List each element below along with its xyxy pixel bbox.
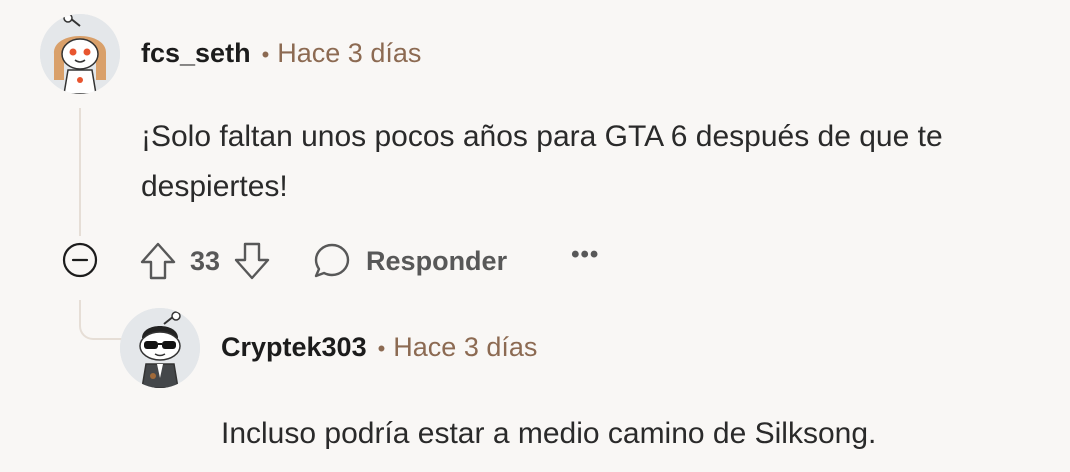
vote-count: 33 [190,245,221,276]
more-options-button[interactable]: ••• [571,241,599,269]
thread-line-branch[interactable] [79,300,123,340]
upvote-button[interactable] [138,239,178,283]
comment-body: ¡Solo faltan unos pocos años para GTA 6 … [141,120,943,203]
timestamp[interactable]: Hace 3 días [393,332,537,363]
reply-button[interactable]: Responder [312,241,507,281]
collapse-thread-button[interactable] [60,240,100,280]
avatar[interactable] [40,14,120,94]
avatar[interactable] [120,308,200,388]
comment-actions: 33 Responder ••• [138,236,599,286]
meta-separator: • [261,42,270,67]
comment-body: Incluso podría estar a medio camino de S… [221,417,877,450]
upvote-arrow-icon [140,242,176,280]
comment-meta: Cryptek303 • Hace 3 días [221,332,537,363]
username[interactable]: Cryptek303 [221,332,367,363]
minus-circle-icon [62,242,98,278]
snoo-avatar-sunglasses-icon [120,308,200,388]
snoo-avatar-orange-hair-icon [40,14,120,94]
downvote-button[interactable] [232,239,272,283]
downvote-arrow-icon [234,242,270,280]
comment-meta: fcs_seth • Hace 3 días [141,38,421,69]
reply-label: Responder [366,245,508,276]
thread-line[interactable] [79,108,81,236]
timestamp[interactable]: Hace 3 días [277,38,421,69]
username[interactable]: fcs_seth [141,38,251,69]
speech-bubble-icon [314,243,350,278]
meta-separator: • [377,336,386,361]
comment-thread: fcs_seth • Hace 3 días ¡Solo faltan unos… [0,0,1070,472]
